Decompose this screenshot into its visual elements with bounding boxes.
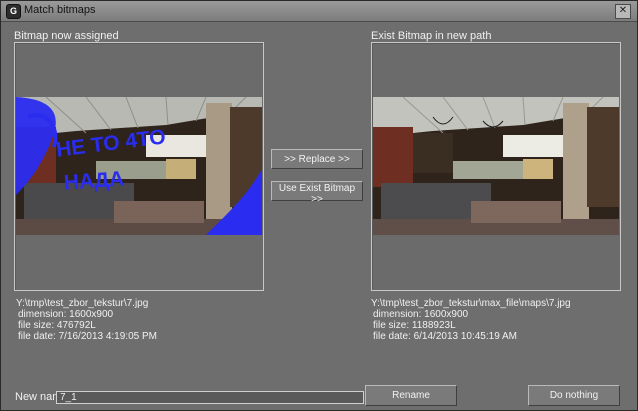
new-name-input[interactable]: 7_1 (56, 391, 364, 404)
left-panel-heading: Bitmap now assigned (14, 30, 119, 42)
right-bitmap-info: Y:\tmp\test_zbor_tekstur\max_file\maps\7… (371, 298, 571, 342)
left-bitmap-dimension: dimension: 1600x900 (18, 309, 114, 320)
left-bitmap-file-date: file date: 7/16/2013 4:19:05 PM (18, 331, 157, 342)
right-bitmap-path: Y:\tmp\test_zbor_tekstur\max_file\maps\7… (371, 298, 571, 309)
close-button[interactable]: ✕ (615, 4, 631, 19)
match-bitmaps-dialog: G Match bitmaps ✕ Bitmap now assigned HE… (0, 0, 638, 411)
use-exist-bitmap-button[interactable]: Use Exist Bitmap >> (271, 181, 363, 205)
left-bitmap-info: Y:\tmp\test_zbor_tekstur\7.jpg dimension… (16, 298, 157, 342)
scribble-text-line-2: HAДA (63, 167, 125, 194)
right-bitmap-file-size: file size: 1188923L (373, 320, 456, 331)
close-icon: ✕ (618, 5, 628, 16)
left-bitmap-frame: HE TO 4TO HAДA (14, 42, 264, 291)
right-bitmap-file-date: file date: 6/14/2013 10:45:19 AM (373, 331, 517, 342)
replace-button[interactable]: >> Replace >> (271, 149, 363, 169)
do-nothing-button[interactable]: Do nothing (528, 385, 620, 406)
rename-button[interactable]: Rename (365, 385, 457, 406)
left-bitmap-file-size: file size: 476792L (18, 320, 96, 331)
right-bitmap-dimension: dimension: 1600x900 (373, 309, 469, 320)
app-icon: G (6, 4, 21, 19)
existing-bitmap-preview (373, 97, 619, 235)
assigned-bitmap-preview: HE TO 4TO HAДA (16, 97, 262, 235)
title-bar[interactable]: G Match bitmaps ✕ (1, 1, 637, 22)
window-title: Match bitmaps (24, 4, 96, 16)
left-bitmap-path: Y:\tmp\test_zbor_tekstur\7.jpg (16, 298, 149, 309)
right-bitmap-frame (371, 42, 621, 291)
right-panel-heading: Exist Bitmap in new path (371, 30, 492, 42)
